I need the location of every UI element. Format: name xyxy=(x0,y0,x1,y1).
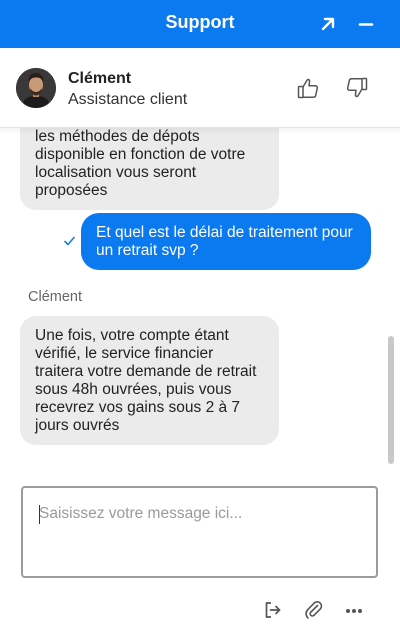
paperclip-icon xyxy=(305,601,323,619)
agent-message-bubble: Une fois, votre compte étant vérifié, le… xyxy=(20,316,279,445)
minimize-button[interactable] xyxy=(352,10,380,38)
agent-avatar-image xyxy=(16,68,56,108)
checkmark-icon xyxy=(64,236,75,246)
minimize-icon xyxy=(358,23,374,26)
agent-name: Clément xyxy=(68,70,132,87)
popout-arrow-icon xyxy=(321,17,335,31)
message-list[interactable]: les méthodes de dépots disponible en fon… xyxy=(0,128,400,468)
agent-message-bubble: les méthodes de dépots disponible en fon… xyxy=(20,128,279,210)
agent-info-bar: Clément Assistance client xyxy=(0,48,400,128)
thumbs-up-button[interactable] xyxy=(294,74,322,102)
attach-file-button[interactable] xyxy=(302,598,326,622)
exit-chat-button[interactable] xyxy=(261,598,285,622)
thumbs-down-button[interactable] xyxy=(343,74,371,102)
message-sender-label: Clément xyxy=(28,289,82,305)
exit-chat-icon xyxy=(265,602,281,618)
agent-role: Assistance client xyxy=(68,91,188,108)
user-message-bubble: Et quel est le délai de traitement pour … xyxy=(81,213,371,270)
more-options-icon xyxy=(346,609,362,613)
popout-button[interactable] xyxy=(314,10,342,38)
scrollbar-thumb[interactable] xyxy=(388,336,394,464)
message-input[interactable] xyxy=(39,505,359,523)
thumbs-down-icon xyxy=(346,77,368,98)
header-bar: Support xyxy=(0,0,400,48)
more-options-button[interactable] xyxy=(342,598,366,622)
message-composer[interactable] xyxy=(21,486,378,578)
thumbs-up-icon xyxy=(297,78,319,99)
avatar xyxy=(16,68,56,108)
